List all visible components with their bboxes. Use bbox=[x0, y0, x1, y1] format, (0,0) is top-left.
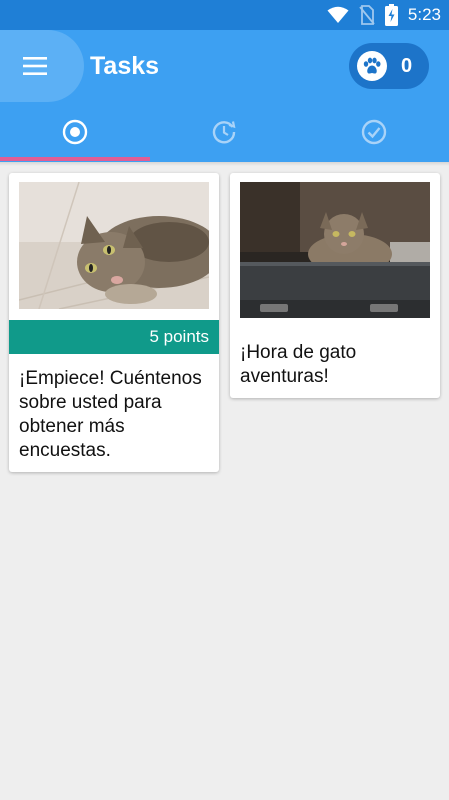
cat-in-suitcase-photo bbox=[240, 182, 430, 318]
tab-indicator bbox=[0, 157, 150, 161]
menu-button[interactable] bbox=[0, 30, 84, 102]
tab-history[interactable] bbox=[150, 102, 300, 162]
card-title: ¡Empiece! Cuéntenos sobre usted para obt… bbox=[19, 368, 202, 461]
tab-bar bbox=[0, 102, 449, 162]
points-count: 0 bbox=[401, 54, 413, 77]
tab-completed[interactable] bbox=[299, 102, 449, 162]
tab-available[interactable] bbox=[0, 102, 150, 162]
paw-badge bbox=[357, 51, 387, 81]
target-icon bbox=[62, 119, 87, 145]
paw-icon bbox=[363, 57, 381, 74]
tab-shadow bbox=[0, 162, 449, 166]
no-sim-icon bbox=[359, 5, 375, 25]
task-card[interactable]: ¡Hora de gato aventuras! bbox=[230, 173, 440, 398]
cat-lying-on-floor-photo bbox=[19, 182, 209, 309]
status-bar: 5:23 bbox=[0, 0, 449, 30]
menu-icon bbox=[23, 57, 47, 75]
card-title: ¡Hora de gato aventuras! bbox=[240, 342, 357, 387]
page-title: Tasks bbox=[90, 52, 160, 80]
points-button[interactable]: 0 bbox=[349, 43, 429, 89]
task-card[interactable]: 5 points ¡Empiece! Cuéntenos sobre usted… bbox=[9, 173, 219, 472]
wifi-icon bbox=[327, 6, 349, 23]
check-circle-icon bbox=[361, 119, 387, 145]
status-icons: 5:23 bbox=[327, 0, 441, 30]
battery-charging-icon bbox=[384, 4, 398, 26]
history-icon bbox=[213, 121, 236, 144]
app-bar: Tasks 0 bbox=[0, 30, 449, 102]
status-time: 5:23 bbox=[407, 5, 441, 24]
points-badge: 5 points bbox=[9, 320, 219, 354]
